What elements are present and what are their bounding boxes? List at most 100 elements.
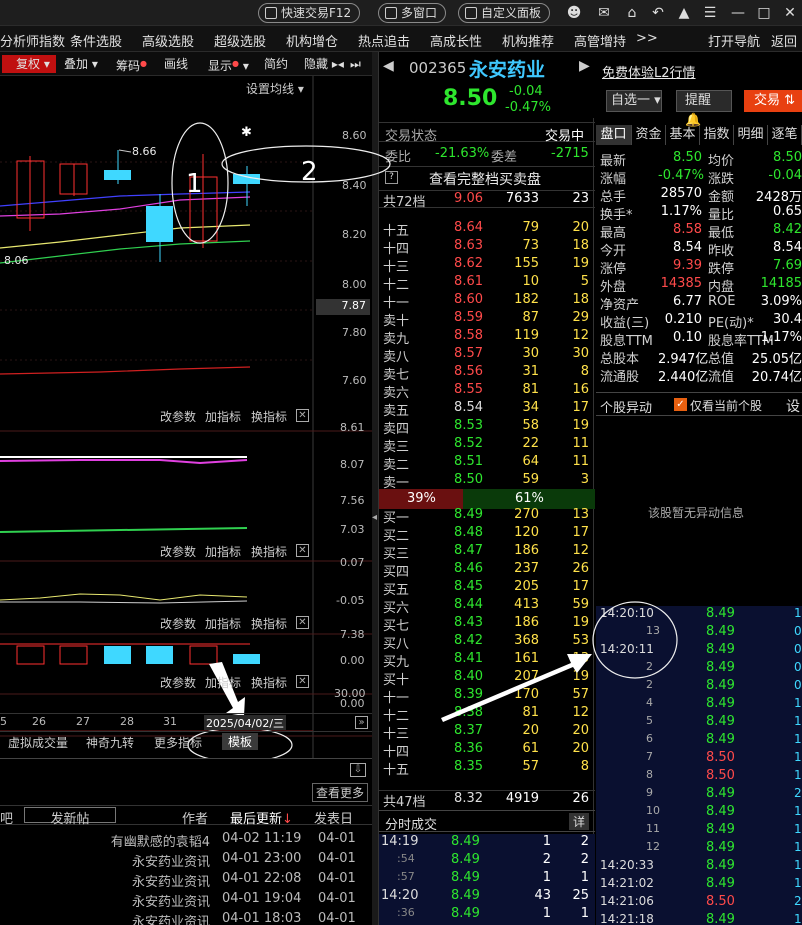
user-icon[interactable]: ☻: [566, 5, 582, 21]
menu-advanced-select[interactable]: 高级选股: [142, 31, 194, 50]
l2-trial-link[interactable]: 免费体验L2行情: [602, 62, 696, 81]
skin-icon[interactable]: ▲: [676, 5, 692, 21]
multi-window-button[interactable]: 多窗口: [378, 3, 447, 23]
change-param-button[interactable]: 改参数: [160, 674, 196, 691]
ask-row[interactable]: 卖八 8.57 30 30: [379, 346, 595, 365]
add-indicator-button[interactable]: 加指标: [205, 408, 241, 425]
ask-row[interactable]: 卖四 8.53 58 19: [379, 418, 595, 437]
moves-settings-button[interactable]: 设: [786, 396, 800, 416]
bid-row[interactable]: 买九 8.41 161 13: [379, 651, 595, 670]
trades-detail-button[interactable]: 详: [569, 813, 589, 830]
col-post-date[interactable]: 发表日: [314, 808, 353, 827]
scroll-right-icon[interactable]: »: [355, 716, 368, 729]
tab-5[interactable]: 逐笔: [768, 125, 802, 145]
menu-exec-increase[interactable]: 高管增持: [574, 31, 626, 50]
switch-indicator-button[interactable]: 换指标: [251, 543, 287, 560]
news-row[interactable]: 永安药业资讯 04-01 18:03 04-01: [0, 909, 372, 925]
menu-high-growth[interactable]: 高成长性: [430, 31, 482, 50]
bid-row[interactable]: 十四 8.36 61 20: [379, 741, 595, 760]
ma-setting-button[interactable]: 设置均线 ▾: [246, 80, 304, 97]
ask-row[interactable]: 十二 8.61 10 5: [379, 274, 595, 293]
bid-row[interactable]: 买二 8.48 120 17: [379, 525, 595, 544]
change-param-button[interactable]: 改参数: [160, 408, 196, 425]
tab-0[interactable]: 盘口: [596, 125, 632, 145]
bid-row[interactable]: 十三 8.37 20 20: [379, 723, 595, 742]
only-current-checkbox[interactable]: ✓: [674, 398, 687, 411]
switch-indicator-button[interactable]: 换指标: [251, 674, 287, 691]
download-icon[interactable]: ⇩: [350, 763, 366, 777]
change-param-button[interactable]: 改参数: [160, 615, 196, 632]
display-button[interactable]: 显示● ▾: [208, 55, 249, 73]
bid-row[interactable]: 买三 8.47 186 12: [379, 543, 595, 562]
quick-trade-button[interactable]: 快速交易F12: [258, 3, 361, 23]
ask-row[interactable]: 十三 8.62 155 19: [379, 256, 595, 275]
bid-row[interactable]: 十二 8.38 81 12: [379, 705, 595, 724]
tab-3[interactable]: 指数: [700, 125, 734, 145]
close-icon[interactable]: ✕: [296, 675, 309, 688]
menu-institution-add[interactable]: 机构增仓: [286, 31, 338, 50]
ask-row[interactable]: 十四 8.63 73 18: [379, 238, 595, 257]
next-stock-icon[interactable]: ▶: [579, 58, 590, 74]
menu-open-nav[interactable]: 打开导航: [708, 31, 760, 50]
menu-hotspot[interactable]: 热点追击: [358, 31, 410, 50]
menu-super-select[interactable]: 超级选股: [214, 31, 266, 50]
ask-row[interactable]: 卖十 8.59 87 29: [379, 310, 595, 329]
bid-row[interactable]: 买六 8.44 413 59: [379, 597, 595, 616]
switch-indicator-button[interactable]: 换指标: [251, 408, 287, 425]
tab-virtual-volume[interactable]: 虚拟成交量: [8, 734, 68, 751]
menu-condition-select[interactable]: 条件选股: [70, 31, 122, 50]
menu-icon[interactable]: ☰: [702, 5, 718, 21]
simple-button[interactable]: 简约: [264, 55, 288, 73]
bid-row[interactable]: 买四 8.46 237 26: [379, 561, 595, 580]
view-more-button[interactable]: 查看更多: [312, 783, 369, 802]
remind-button[interactable]: 提醒 🔔: [676, 90, 732, 128]
draw-line-button[interactable]: 画线: [164, 55, 188, 73]
tab-magic-nine[interactable]: 神奇九转: [86, 734, 134, 751]
overlay-button[interactable]: 叠加 ▾: [64, 55, 98, 73]
minimize-icon[interactable]: —: [730, 5, 746, 21]
watchlist-dropdown[interactable]: 自选一 ▾: [606, 90, 662, 112]
home-icon[interactable]: ⌂: [624, 5, 640, 21]
kline-chart[interactable]: 8.66 8.06 ✱ 1: [0, 76, 372, 776]
ask-row[interactable]: 卖九 8.58 119 12: [379, 328, 595, 347]
tab-1[interactable]: 资金: [632, 125, 666, 145]
ask-row[interactable]: 十一 8.60 182 18: [379, 292, 595, 311]
full-book-link[interactable]: 查看完整档买卖盘: [429, 169, 541, 189]
menu-analyst-index[interactable]: 分析师指数: [0, 31, 65, 50]
hide-button[interactable]: 隐藏 ▸◂: [304, 55, 344, 73]
tab-template[interactable]: 模板: [222, 733, 259, 750]
maximize-icon[interactable]: □: [756, 5, 772, 21]
ask-row[interactable]: 卖一 8.50 59 3: [379, 472, 595, 491]
add-indicator-button[interactable]: 加指标: [205, 615, 241, 632]
ask-row[interactable]: 卖三 8.52 22 11: [379, 436, 595, 455]
switch-indicator-button[interactable]: 换指标: [251, 615, 287, 632]
bid-row[interactable]: 十五 8.35 57 8: [379, 759, 595, 778]
full-book-row[interactable]: ? 查看完整档买卖盘: [379, 166, 595, 188]
ask-row[interactable]: 卖七 8.56 31 8: [379, 364, 595, 383]
bid-row[interactable]: 买八 8.42 368 53: [379, 633, 595, 652]
bid-row[interactable]: 买一 8.49 270 13: [379, 507, 595, 526]
close-icon[interactable]: ✕: [782, 5, 798, 21]
collapse-icon[interactable]: ⏭: [350, 55, 361, 73]
bid-row[interactable]: 买七 8.43 186 19: [379, 615, 595, 634]
fuquan-button[interactable]: 复权 ▾: [2, 55, 56, 73]
ask-row[interactable]: 卖六 8.55 81 16: [379, 382, 595, 401]
trade-button[interactable]: 交易 ⇅: [744, 90, 802, 112]
menu-more[interactable]: >>: [636, 31, 658, 46]
menu-back[interactable]: 返回: [771, 31, 797, 50]
add-indicator-button[interactable]: 加指标: [205, 543, 241, 560]
ask-row[interactable]: 卖五 8.54 34 17: [379, 400, 595, 419]
mail-icon[interactable]: ✉: [596, 5, 612, 21]
help-icon[interactable]: ?: [385, 171, 398, 184]
tab-more-indicators[interactable]: 更多指标: [154, 734, 202, 751]
news-row[interactable]: 有幽默感的袁韬4 04-02 11:19 04-01: [0, 829, 372, 850]
news-row[interactable]: 永安药业资讯 04-01 22:08 04-01: [0, 869, 372, 890]
close-icon[interactable]: ✕: [296, 544, 309, 557]
news-row[interactable]: 永安药业资讯 04-01 23:00 04-01: [0, 849, 372, 870]
chips-button[interactable]: 筹码●: [116, 55, 147, 73]
news-row[interactable]: 永安药业资讯 04-01 19:04 04-01: [0, 889, 372, 910]
bid-row[interactable]: 十一 8.39 170 57: [379, 687, 595, 706]
tab-2[interactable]: 基本: [666, 125, 700, 145]
close-icon[interactable]: ✕: [296, 616, 309, 629]
back-icon[interactable]: ↶: [650, 5, 666, 21]
